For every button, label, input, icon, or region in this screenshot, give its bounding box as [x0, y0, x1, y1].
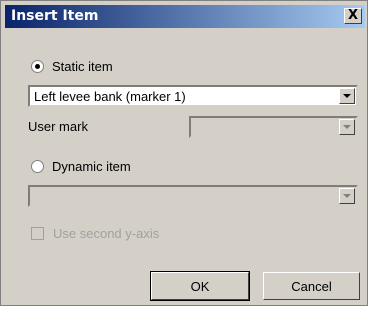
- static-item-option[interactable]: Static item: [31, 59, 113, 74]
- ok-button-label: OK: [190, 278, 210, 294]
- ok-button[interactable]: OK: [150, 271, 250, 301]
- second-y-axis-checkbox[interactable]: [31, 227, 44, 240]
- static-item-label: Static item: [52, 59, 113, 74]
- static-item-radio[interactable]: [31, 60, 44, 73]
- chevron-down-icon[interactable]: [339, 88, 355, 104]
- chevron-down-icon[interactable]: [339, 119, 355, 135]
- dynamic-item-select[interactable]: [28, 185, 358, 207]
- static-item-select[interactable]: Left levee bank (marker 1): [28, 85, 358, 107]
- dynamic-item-label: Dynamic item: [52, 159, 131, 174]
- dynamic-item-option[interactable]: Dynamic item: [31, 159, 131, 174]
- static-item-value: Left levee bank (marker 1): [34, 89, 186, 104]
- user-mark-label: User mark: [28, 119, 88, 134]
- window-title: Insert Item: [11, 8, 99, 24]
- cancel-button-label: Cancel: [291, 278, 332, 294]
- cancel-button[interactable]: Cancel: [263, 272, 360, 300]
- close-button[interactable]: X: [344, 8, 362, 24]
- user-mark-select[interactable]: [189, 116, 358, 138]
- dynamic-item-radio[interactable]: [31, 160, 44, 173]
- chevron-down-icon[interactable]: [339, 188, 355, 204]
- title-bar[interactable]: Insert Item X: [5, 5, 365, 28]
- close-icon: X: [347, 8, 359, 23]
- insert-item-dialog: Insert Item X Static item Left levee ban…: [0, 0, 368, 306]
- second-y-axis-label: Use second y-axis: [53, 226, 160, 241]
